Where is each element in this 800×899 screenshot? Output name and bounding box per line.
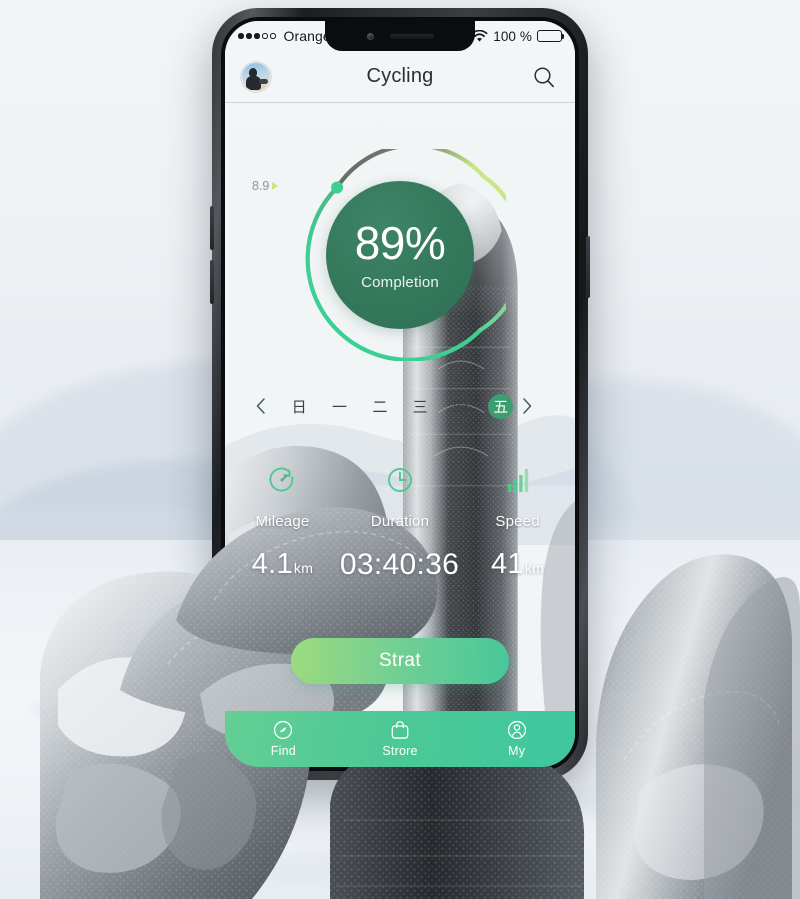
bottom-tab-bar: Find Strore My [225,711,575,767]
ring-center-disc: 89% Completion [326,181,474,329]
ring-progress-marker [331,181,344,194]
front-camera-icon [366,32,374,40]
phone-bezel: Orange F 100 % Cycling 8.9 89% Completio… [221,17,579,771]
day-item-sun[interactable]: 日 [279,394,319,419]
volume-down-button[interactable] [210,260,214,304]
app-screen: Orange F 100 % Cycling 8.9 89% Completio… [225,21,575,767]
clock-icon [384,461,416,499]
stat-label: Mileage [255,513,310,530]
status-bar-right: 100 % [471,28,565,44]
tab-find[interactable]: Find [225,719,342,758]
search-icon[interactable] [529,62,559,92]
battery-percent-label: 100 % [493,28,532,44]
stat-speed: Speed 41km [460,461,575,582]
shopping-bag-icon [389,719,411,741]
start-button-label: Strat [378,650,422,671]
speedometer-icon [266,461,298,499]
stats-row: Mileage 4.1km Duration 03:40:36 Speed 41… [225,461,575,582]
ring-pointer-triangle-icon [272,182,279,190]
stat-label: Speed [495,513,540,530]
battery-icon [537,30,565,42]
day-item-mon[interactable]: 一 [319,394,359,419]
day-item-wed[interactable]: 三 [400,394,440,419]
stat-mileage: Mileage 4.1km [225,461,340,582]
tab-label: Find [270,743,296,758]
phone-notch [325,21,475,51]
stat-value: 41km [490,548,545,580]
person-icon [506,719,528,741]
tab-label: Strore [382,743,418,758]
stat-value: 4.1km [251,548,314,580]
chevron-left-icon[interactable] [255,397,279,415]
ring-value-label: 8.9 [252,179,279,193]
volume-up-button[interactable] [210,206,214,250]
day-item-fri[interactable]: 五 [481,393,521,419]
tab-my[interactable]: My [458,719,575,758]
signal-strength-icon [238,33,276,39]
completion-caption: Completion [361,273,439,291]
bar-chart-icon [502,461,534,499]
day-selector: 日 一 二 三 四 五 [225,388,575,424]
stat-value: 03:40:36 [339,548,460,581]
search-circle-icon [272,719,294,741]
tab-label: My [508,743,526,758]
app-bar: Cycling [225,51,575,103]
tab-store[interactable]: Strore [342,719,459,758]
phone-device: Orange F 100 % Cycling 8.9 89% Completio… [210,8,590,780]
ring-arc-lightgreen-right [478,173,506,333]
day-item-thu[interactable]: 四 [440,394,480,419]
completion-percent: 89% [354,216,446,269]
power-button[interactable] [586,236,590,298]
stat-duration: Duration 03:40:36 [340,461,460,582]
completion-progress-ring: 8.9 89% Completion [252,149,506,361]
page-title: Cycling [366,65,434,87]
chevron-right-icon[interactable] [521,397,545,415]
earpiece-speaker [389,33,434,39]
stat-label: Duration [370,513,430,530]
start-button[interactable]: Strat [291,638,509,684]
user-avatar[interactable] [241,61,271,92]
day-item-tue[interactable]: 二 [360,394,400,419]
